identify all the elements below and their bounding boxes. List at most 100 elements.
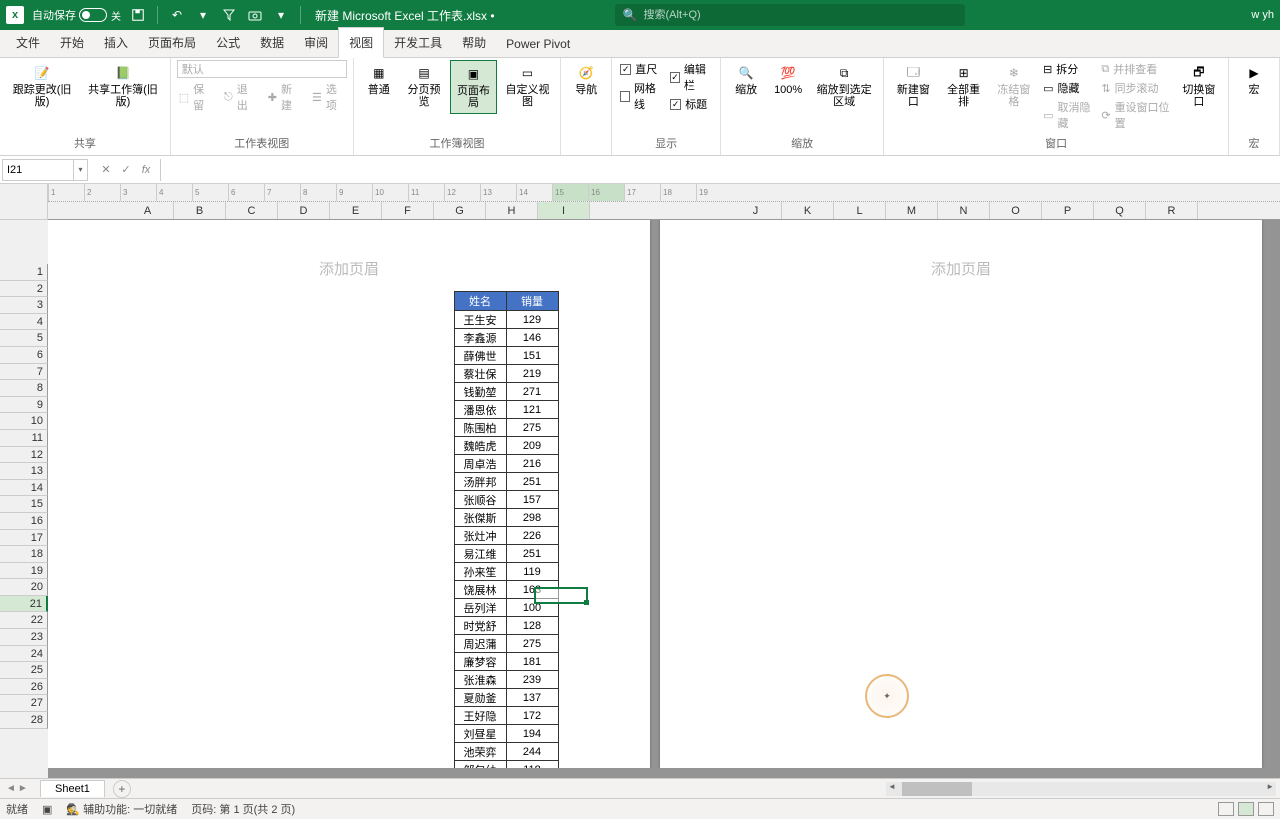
data-table[interactable]: 姓名销量 王生安129李鑫源146薛佛世151蔡壮保219钱勤堃271潘恩依12… [454,291,559,768]
track-changes-button[interactable]: 📝跟踪更改(旧版) [6,60,78,112]
table-row[interactable]: 蔡壮保219 [454,365,558,383]
freeze-panes-button[interactable]: ❄冻结窗格 [991,60,1037,112]
table-row[interactable]: 孙来笙119 [454,563,558,581]
table-row[interactable]: 王生安129 [454,311,558,329]
col-header-K[interactable]: K [782,202,834,220]
user-name[interactable]: w yh [1251,9,1274,21]
row-header-20[interactable]: 20 [0,579,48,596]
tab-home[interactable]: 开始 [50,28,94,57]
select-all-corner[interactable] [0,184,48,220]
row-header-16[interactable]: 16 [0,513,48,530]
shared-workbook-button[interactable]: 📗共享工作簿(旧版) [82,60,164,112]
row-header-23[interactable]: 23 [0,629,48,646]
view-name-input[interactable] [177,60,347,78]
split-button[interactable]: ⊟ 拆分 [1041,60,1095,78]
fx-icon[interactable]: fx [136,160,156,180]
row-header-5[interactable]: 5 [0,330,48,347]
table-row[interactable]: 陈围柏275 [454,419,558,437]
camera-icon[interactable] [244,4,266,26]
macros-button[interactable]: ▶宏 [1235,60,1273,100]
column-headers[interactable]: ABCDEFGHIJKLMNOPQR [48,202,1280,220]
table-header[interactable]: 销量 [506,292,558,311]
table-row[interactable]: 张顺谷157 [454,491,558,509]
row-header-9[interactable]: 9 [0,397,48,414]
col-header-D[interactable]: D [278,202,330,220]
page-header-placeholder[interactable]: 添加页眉 [319,258,379,279]
name-box-dropdown[interactable]: ▾ [74,159,88,181]
pagebreak-view-button[interactable]: ▤分页预览 [402,60,446,112]
tab-view[interactable]: 视图 [338,27,384,58]
normal-view-button[interactable]: ▦普通 [360,60,398,100]
new-window-button[interactable]: 🗔新建窗口 [890,60,936,112]
row-header-4[interactable]: 4 [0,314,48,331]
col-header-J[interactable]: J [730,202,782,220]
row-header-28[interactable]: 28 [0,712,48,729]
tab-insert[interactable]: 插入 [94,28,138,57]
col-header-I[interactable]: I [538,202,590,220]
row-header-1[interactable]: 1 [0,264,48,281]
tab-data[interactable]: 数据 [250,28,294,57]
table-row[interactable]: 易江维251 [454,545,558,563]
enter-icon[interactable]: ✓ [116,160,136,180]
row-header-19[interactable]: 19 [0,563,48,580]
sheet-tab-1[interactable]: Sheet1 [40,780,105,797]
col-header-C[interactable]: C [226,202,278,220]
table-header[interactable]: 姓名 [454,292,506,311]
filter-icon[interactable] [218,4,240,26]
tab-review[interactable]: 审阅 [294,28,338,57]
table-row[interactable]: 张淮森239 [454,671,558,689]
row-header-3[interactable]: 3 [0,297,48,314]
pagelayout-view-button[interactable]: ▣页面布局 [450,60,496,114]
table-row[interactable]: 潘恩依121 [454,401,558,419]
table-row[interactable]: 魏皓虎209 [454,437,558,455]
name-box[interactable] [2,159,74,181]
row-header-21[interactable]: 21 [0,596,48,613]
pagelayout-view-icon[interactable] [1238,802,1254,816]
table-row[interactable]: 岳列洋100 [454,599,558,617]
table-row[interactable]: 刘昼星194 [454,725,558,743]
add-sheet-button[interactable]: + [113,780,131,798]
switch-window-button[interactable]: 🗗切换窗口 [1176,60,1222,112]
col-header-M[interactable]: M [886,202,938,220]
table-row[interactable]: 周迟蒲275 [454,635,558,653]
table-row[interactable]: 薛佛世151 [454,347,558,365]
col-header-P[interactable]: P [1042,202,1094,220]
tab-formulas[interactable]: 公式 [206,28,250,57]
cancel-icon[interactable]: ✕ [96,160,116,180]
table-row[interactable]: 邹包幼118 [454,761,558,769]
col-header-Q[interactable]: Q [1094,202,1146,220]
row-header-15[interactable]: 15 [0,496,48,513]
row-header-11[interactable]: 11 [0,430,48,447]
row-header-7[interactable]: 7 [0,364,48,381]
table-row[interactable]: 王好隐172 [454,707,558,725]
row-header-26[interactable]: 26 [0,679,48,696]
col-header-O[interactable]: O [990,202,1042,220]
table-row[interactable]: 夏勋釜137 [454,689,558,707]
row-headers[interactable]: 1234567891011121314151617181920212223242… [0,220,48,778]
arrange-all-button[interactable]: ⊞全部重排 [941,60,987,112]
col-header-E[interactable]: E [330,202,382,220]
table-row[interactable]: 周卓浩216 [454,455,558,473]
zoom-100-button[interactable]: 💯100% [769,60,807,100]
custom-view-button[interactable]: ▭自定义视图 [501,60,555,112]
row-header-10[interactable]: 10 [0,413,48,430]
col-header-B[interactable]: B [174,202,226,220]
row-header-12[interactable]: 12 [0,447,48,464]
search-input[interactable] [644,9,957,21]
table-row[interactable]: 池荣弈244 [454,743,558,761]
table-row[interactable]: 时党舒128 [454,617,558,635]
page-header-placeholder[interactable]: 添加页眉 [931,258,991,279]
redo-icon[interactable]: ▾ [192,4,214,26]
row-header-6[interactable]: 6 [0,347,48,364]
save-icon[interactable] [127,4,149,26]
col-header-G[interactable]: G [434,202,486,220]
col-header-A[interactable]: A [122,202,174,220]
table-row[interactable]: 张傑斯298 [454,509,558,527]
row-header-2[interactable]: 2 [0,281,48,298]
row-header-17[interactable]: 17 [0,530,48,547]
table-row[interactable]: 钱勤堃271 [454,383,558,401]
row-header-24[interactable]: 24 [0,646,48,663]
zoom-button[interactable]: 🔍缩放 [727,60,765,100]
undo-icon[interactable]: ↶ [166,4,188,26]
row-header-25[interactable]: 25 [0,662,48,679]
